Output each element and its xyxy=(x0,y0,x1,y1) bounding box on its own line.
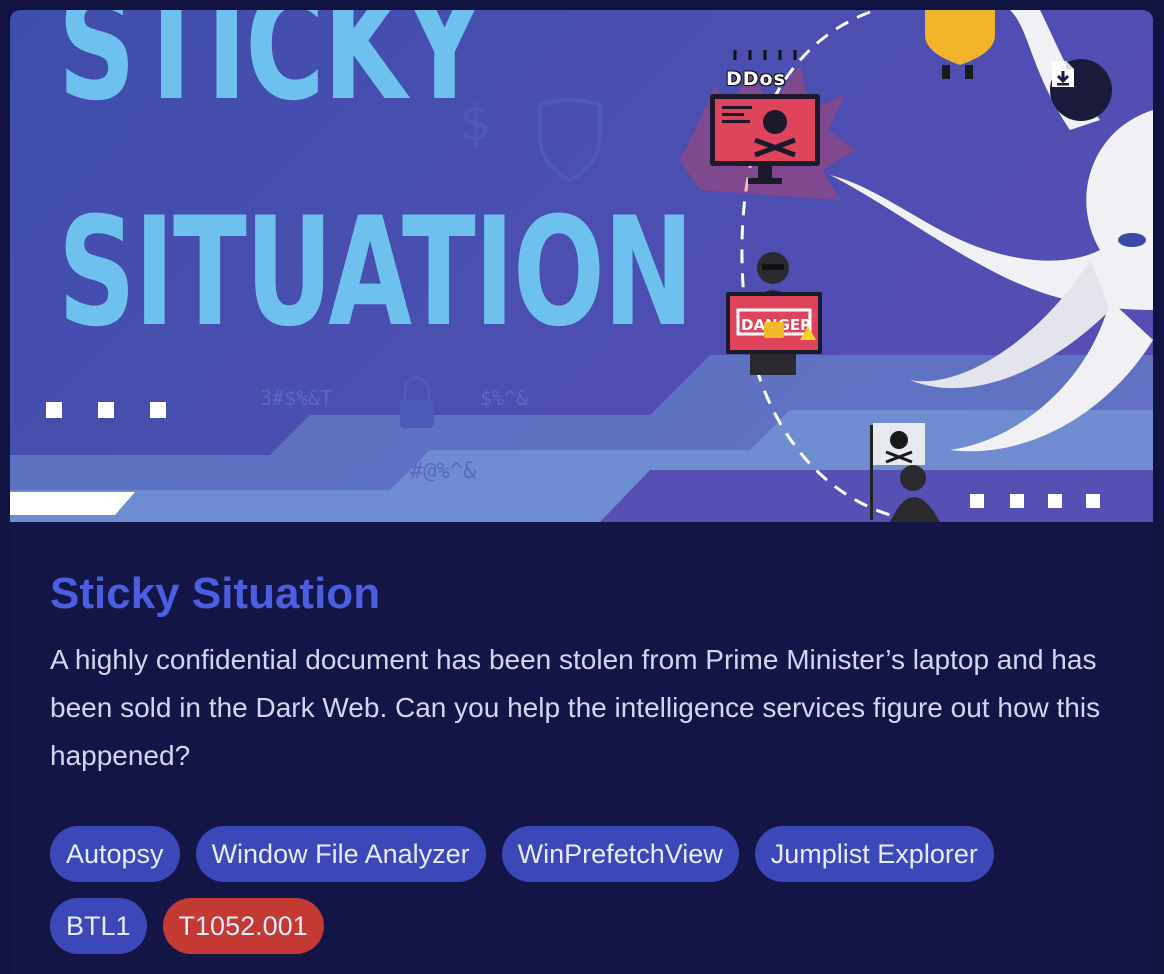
tag-list: Autopsy Window File Analyzer WinPrefetch… xyxy=(50,826,1130,970)
ddos-label: DDos xyxy=(726,68,786,90)
challenge-banner-image: 3#$%&T #@%^& $%^& $ STICKY SITUATION DDo… xyxy=(10,10,1153,522)
tag-autopsy[interactable]: Autopsy xyxy=(50,826,180,882)
download-file-button[interactable] xyxy=(1050,59,1112,121)
tag-window-file-analyzer[interactable]: Window File Analyzer xyxy=(195,826,486,882)
banner-title-line-1: STICKY xyxy=(58,10,484,134)
banner-title-line-2: SITUATION xyxy=(58,186,694,360)
bg-glyphs-3: $%^& xyxy=(480,386,528,410)
file-download-icon xyxy=(1052,61,1074,87)
tag-btl1[interactable]: BTL1 xyxy=(50,898,147,954)
challenge-description: A highly confidential document has been … xyxy=(50,644,1101,771)
tag-row-2: BTL1 T1052.001 xyxy=(50,898,1130,954)
bg-glyphs-2: #@%^& xyxy=(410,459,477,484)
tag-jumplist-explorer[interactable]: Jumplist Explorer xyxy=(754,826,994,882)
challenge-info: Sticky Situation A highly confidential d… xyxy=(50,558,1130,780)
challenge-card: 3#$%&T #@%^& $%^& $ STICKY SITUATION DDo… xyxy=(10,10,1153,974)
tag-row-1: Autopsy Window File Analyzer WinPrefetch… xyxy=(50,826,1130,882)
tag-winprefetchview[interactable]: WinPrefetchView xyxy=(501,826,739,882)
bg-glyphs-1: 3#$%&T xyxy=(260,386,332,410)
challenge-title[interactable]: Sticky Situation xyxy=(50,558,1130,630)
tag-mitre-technique[interactable]: T1052.001 xyxy=(162,898,324,954)
